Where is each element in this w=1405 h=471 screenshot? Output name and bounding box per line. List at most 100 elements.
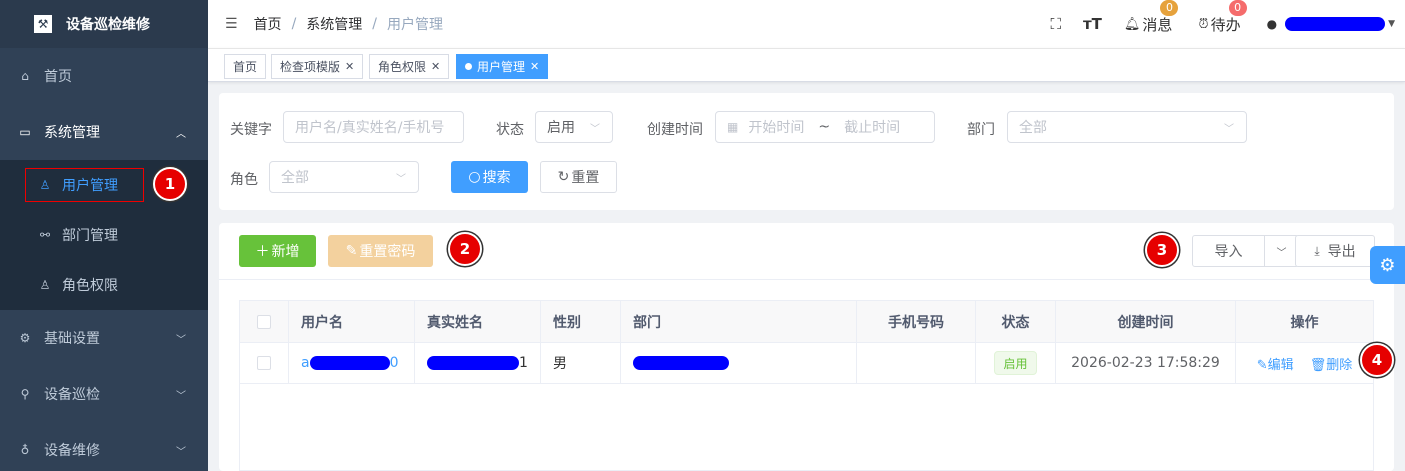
close-icon[interactable]: ✕ <box>530 60 539 73</box>
gear-icon: ⚙ <box>19 331 31 345</box>
column-header-created[interactable]: 创建时间 <box>1056 301 1236 342</box>
todo-badge: 0 <box>1228 0 1247 16</box>
sidebar-item-role-permission[interactable]: ♙ 角色权限 <box>0 260 208 310</box>
breadcrumb-home[interactable]: 首页 <box>254 14 282 34</box>
tree-icon: ⚯ <box>39 228 51 242</box>
tag-role-permission[interactable]: 角色权限 ✕ <box>369 54 450 79</box>
user-table: 用户名 真实姓名 性别 部门 手机号码 状态 创建时间 操作 a 0 1 男 启… <box>239 300 1374 471</box>
breadcrumb-system[interactable]: 系统管理 <box>306 14 362 34</box>
font-size-icon[interactable]: ᴛT <box>1083 15 1102 33</box>
import-dropdown[interactable]: 导入 ﹀ <box>1192 235 1299 267</box>
realname-cell: 1 <box>415 343 541 383</box>
messages-button[interactable]: 🔔︎ 消息 0 <box>1123 0 1179 35</box>
app-logo: ⚒ 设备巡检维修 <box>0 0 208 48</box>
tag-home[interactable]: 首页 <box>224 54 267 79</box>
monitor-icon: ▭ <box>19 125 31 139</box>
start-date-input[interactable]: 开始时间 <box>748 117 804 137</box>
header-actions: ⛶ ᴛT 🔔︎ 消息 0 ⏰︎ 待办 0 ● ▼ <box>1050 0 1405 48</box>
breadcrumb-current: 用户管理 <box>387 17 443 33</box>
reset-button[interactable]: ↻ 重置 <box>540 161 617 193</box>
actions-cell: ✎编辑 🗑︎删除 <box>1236 343 1373 383</box>
annotation-marker-2: 2 <box>448 232 482 266</box>
redacted-department <box>633 356 729 370</box>
chevron-up-icon: ︿ <box>176 128 186 140</box>
date-range-picker[interactable]: ▦ 开始时间 ~ 截止时间 <box>715 111 935 143</box>
hamburger-icon[interactable]: ☰ <box>225 16 238 32</box>
trash-icon: 🗑︎ <box>1309 357 1327 373</box>
sidebar-item-basic-settings[interactable]: ⚙ 基础设置 ﹀ <box>0 310 208 366</box>
end-date-input[interactable]: 截止时间 <box>844 117 900 137</box>
role-select[interactable]: 全部 ﹀ <box>269 161 419 193</box>
close-icon[interactable]: ✕ <box>431 60 440 73</box>
search-form: 关键字 用户名/真实姓名/手机号 状态 启用 ﹀ 创建时间 ▦ 开始时间 ~ 截… <box>219 93 1394 210</box>
breadcrumb-separator: / <box>291 16 297 32</box>
top-header: ☰ 首页 / 系统管理 / 用户管理 ⛶ ᴛT 🔔︎ 消息 0 ⏰︎ 待办 0 … <box>208 0 1405 48</box>
todo-button[interactable]: ⏰︎ 待办 0 <box>1198 0 1247 35</box>
username-cell[interactable]: a 0 <box>289 343 415 383</box>
sidebar-item-inspection[interactable]: ⚲ 设备巡检 ﹀ <box>0 366 208 422</box>
reset-password-button[interactable]: ✎ 重置密码 <box>328 235 433 267</box>
caret-down-icon[interactable]: ▼ <box>1388 19 1395 29</box>
chevron-down-icon: ﹀ <box>176 334 186 346</box>
row-checkbox[interactable] <box>257 356 271 370</box>
created-time-label: 创建时间 <box>647 122 703 138</box>
fullscreen-icon[interactable]: ⛶ <box>1050 15 1061 33</box>
active-dot-icon <box>465 63 472 70</box>
redacted-username <box>309 356 390 370</box>
user-name-redacted[interactable] <box>1285 17 1386 31</box>
search-icon: ○ <box>468 169 481 185</box>
keyword-input[interactable]: 用户名/真实姓名/手机号 <box>283 111 464 143</box>
search-button[interactable]: ○ 搜索 <box>451 161 528 193</box>
tag-user-management[interactable]: 用户管理 ✕ <box>456 54 549 79</box>
column-header-realname[interactable]: 真实姓名 <box>415 301 541 342</box>
sidebar-item-system[interactable]: ▭ 系统管理 ︿ <box>0 104 208 160</box>
department-select[interactable]: 全部 ﹀ <box>1007 111 1247 143</box>
close-icon[interactable]: ✕ <box>345 60 354 73</box>
status-badge: 启用 <box>994 351 1037 375</box>
delete-link[interactable]: 🗑︎删除 <box>1310 354 1353 373</box>
add-button[interactable]: ＋ 新增 <box>239 235 316 267</box>
plus-icon: ＋ <box>255 244 270 260</box>
column-header-phone[interactable]: 手机号码 <box>857 301 976 342</box>
status-select[interactable]: 启用 ﹀ <box>535 111 613 143</box>
status-label: 状态 <box>496 122 524 138</box>
download-icon: ⤓ <box>1314 243 1320 258</box>
import-button[interactable]: 导入 <box>1193 236 1265 266</box>
keyword-label: 关键字 <box>230 122 272 138</box>
sidebar: ⚒ 设备巡检维修 ⌂ 首页 ▭ 系统管理 ︿ ♙ 用户管理 ⚯ 部门管理 ♙ 角… <box>0 0 208 471</box>
chevron-down-icon[interactable]: ﹀ <box>1265 236 1298 266</box>
tags-view: 首页 检查项模版 ✕ 角色权限 ✕ 用户管理 ✕ <box>208 48 1405 82</box>
column-header-status[interactable]: 状态 <box>976 301 1056 342</box>
edit-link[interactable]: ✎编辑 <box>1257 354 1294 373</box>
people-icon: ♙ <box>39 278 51 292</box>
column-header-gender[interactable]: 性别 <box>541 301 621 342</box>
bulb-icon: ♁ <box>20 443 30 457</box>
edit-icon: ✎ <box>1256 357 1268 373</box>
created-cell: 2026-02-23 17:58:29 <box>1056 343 1236 383</box>
range-separator: ~ <box>818 119 831 135</box>
redacted-realname <box>427 356 519 370</box>
select-all-cell <box>240 301 289 342</box>
export-button[interactable]: ⤓ 导出 <box>1295 235 1375 267</box>
sidebar-item-department-management[interactable]: ⚯ 部门管理 <box>0 210 208 260</box>
divider <box>219 279 1394 280</box>
user-icon: ● <box>1266 17 1278 31</box>
chevron-down-icon: ﹀ <box>1224 123 1234 135</box>
column-header-username[interactable]: 用户名 <box>289 301 415 342</box>
annotation-marker-1: 1 <box>153 167 187 201</box>
chevron-down-icon: ﹀ <box>176 446 186 458</box>
bell-icon: 🔔︎ <box>1123 16 1141 32</box>
tag-check-template[interactable]: 检查项模版 ✕ <box>271 54 364 79</box>
select-all-checkbox[interactable] <box>257 314 271 329</box>
sidebar-item-home[interactable]: ⌂ 首页 <box>0 48 208 104</box>
chevron-down-icon: ﹀ <box>176 390 186 402</box>
settings-gear-button[interactable]: ⚙ <box>1370 246 1405 284</box>
breadcrumb: 首页 / 系统管理 / 用户管理 <box>254 14 443 34</box>
gender-cell: 男 <box>541 343 621 383</box>
edit-icon: ✎ <box>345 243 358 259</box>
column-header-department[interactable]: 部门 <box>621 301 857 342</box>
row-select-cell <box>240 343 289 383</box>
home-icon: ⌂ <box>21 69 29 83</box>
column-header-actions: 操作 <box>1290 314 1319 331</box>
sidebar-item-repair[interactable]: ♁ 设备维修 ﹀ <box>0 422 208 471</box>
